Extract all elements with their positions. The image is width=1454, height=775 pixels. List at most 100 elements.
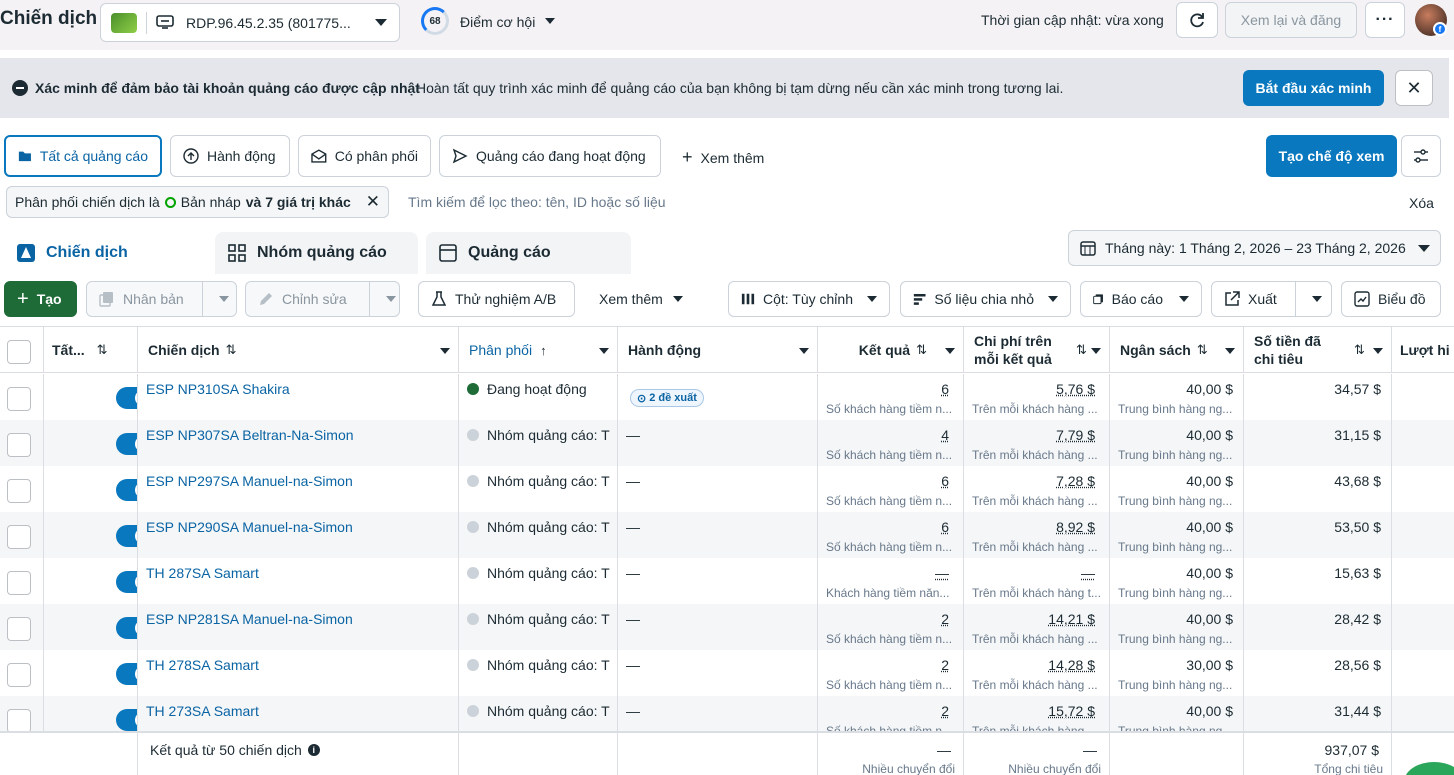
campaign-name-link[interactable]: ESP NP307SA Beltran-Na-Simon: [146, 427, 354, 443]
budget-value[interactable]: 40,00 $: [1186, 473, 1233, 489]
chevron-down-icon[interactable]: [219, 296, 229, 302]
row-checkbox[interactable]: [7, 525, 31, 549]
header-toggle[interactable]: Tất... ⇅: [44, 327, 138, 373]
review-and-publish-button[interactable]: Xem lại và đăng: [1225, 2, 1357, 38]
chevron-down-icon[interactable]: [599, 348, 609, 354]
table-row[interactable]: ESP NP297SA Manuel-na-Simon Nhóm quảng c…: [0, 466, 1454, 512]
reports-button[interactable]: Báo cáo: [1080, 281, 1202, 317]
campaign-toggle[interactable]: [116, 387, 138, 409]
header-campaign[interactable]: Chiến dịch ⇅: [138, 327, 459, 373]
header-budget[interactable]: Ngân sách ⇅: [1110, 327, 1244, 373]
header-cost-per-result[interactable]: Chi phí trên mỗi kết quả ⇅: [964, 327, 1110, 373]
tab-campaigns[interactable]: Chiến dịch: [4, 232, 207, 274]
campaign-name-link[interactable]: ESP NP290SA Manuel-na-Simon: [146, 519, 353, 535]
chevron-down-icon[interactable]: [1091, 348, 1101, 354]
campaign-toggle[interactable]: [116, 617, 138, 639]
table-row[interactable]: TH 287SA Samart Nhóm quảng cáo: T — — Khá…: [0, 558, 1454, 604]
row-checkbox[interactable]: [7, 571, 31, 595]
header-amount-spent[interactable]: Số tiền đã chi tiêu ⇅: [1244, 327, 1392, 373]
edit-button[interactable]: Chỉnh sửa: [245, 281, 400, 317]
table-row[interactable]: TH 278SA Samart Nhóm quảng cáo: T — 2 Số …: [0, 650, 1454, 696]
filter-tab-all-ads[interactable]: Tất cả quảng cáo: [4, 135, 162, 177]
summary-results-subtext: Nhiều chuyển đổi: [862, 762, 955, 775]
chevron-down-icon[interactable]: [799, 348, 809, 354]
budget-value[interactable]: 40,00 $: [1186, 427, 1233, 443]
opportunity-score-ring[interactable]: 68: [421, 7, 449, 35]
campaign-name-link[interactable]: TH 287SA Samart: [146, 565, 259, 581]
budget-value[interactable]: 40,00 $: [1186, 381, 1233, 397]
chevron-down-icon[interactable]: [545, 18, 555, 24]
row-checkbox[interactable]: [7, 663, 31, 687]
search-input[interactable]: [408, 188, 1308, 216]
duplicate-button[interactable]: Nhân bản: [86, 281, 237, 317]
budget-value[interactable]: 40,00 $: [1186, 611, 1233, 627]
opportunity-score-label[interactable]: Điểm cơ hội: [460, 14, 535, 30]
campaign-toggle[interactable]: [116, 663, 138, 685]
tab-ad-sets[interactable]: Nhóm quảng cáo: [215, 232, 418, 274]
info-icon[interactable]: i: [308, 744, 320, 756]
row-select-cell: [0, 420, 44, 466]
header-reach[interactable]: Lượt hi: [1392, 327, 1454, 373]
export-button[interactable]: Xuất: [1211, 281, 1332, 317]
ab-test-button[interactable]: Thử nghiệm A/B: [418, 281, 575, 317]
budget-value[interactable]: 40,00 $: [1186, 703, 1233, 719]
chevron-down-icon[interactable]: [1225, 348, 1235, 354]
row-checkbox[interactable]: [7, 387, 31, 411]
clear-filters-button[interactable]: Xóa: [1409, 195, 1434, 211]
filter-chip[interactable]: Phân phối chiến dịch là Bản nháp và 7 gi…: [6, 186, 389, 218]
campaign-name-link[interactable]: TH 278SA Samart: [146, 657, 259, 673]
more-options-button[interactable]: ···: [1365, 2, 1405, 38]
start-verification-button[interactable]: Bắt đầu xác minh: [1243, 70, 1384, 106]
columns-button[interactable]: Cột: Tùy chỉnh: [728, 281, 890, 317]
tab-ads[interactable]: Quảng cáo: [426, 232, 631, 274]
amount-spent-value: 28,42 $: [1334, 611, 1381, 627]
table-row[interactable]: ESP NP310SA Shakira Đang hoạt động ⊙ 2 đề…: [0, 374, 1454, 420]
chevron-down-icon[interactable]: [1312, 296, 1322, 302]
campaign-toggle[interactable]: [116, 709, 138, 731]
account-selector[interactable]: RDP.96.45.2.35 (801775...: [100, 3, 400, 42]
table-row[interactable]: ESP NP307SA Beltran-Na-Simon Nhóm quảng …: [0, 420, 1454, 466]
header-label: Kết quả: [859, 342, 910, 358]
create-button[interactable]: + Tạo: [4, 281, 77, 317]
filter-tab-actions[interactable]: Hành động: [170, 135, 290, 177]
chevron-down-icon[interactable]: [1373, 348, 1383, 354]
header-results[interactable]: Kết quả ⇅: [818, 327, 964, 373]
row-checkbox[interactable]: [7, 433, 31, 457]
filter-settings-button[interactable]: [1401, 135, 1441, 177]
table-row[interactable]: ESP NP290SA Manuel-na-Simon Nhóm quảng c…: [0, 512, 1454, 558]
budget-value[interactable]: 40,00 $: [1186, 565, 1233, 581]
filter-tab-active-ads[interactable]: Quảng cáo đang hoạt động: [439, 135, 661, 177]
close-icon[interactable]: ✕: [366, 192, 380, 212]
campaign-name-link[interactable]: TH 273SA Samart: [146, 703, 259, 719]
campaign-name-link[interactable]: ESP NP297SA Manuel-na-Simon: [146, 473, 353, 489]
row-checkbox[interactable]: [7, 709, 31, 733]
create-view-button[interactable]: Tạo chế độ xem: [1266, 135, 1397, 177]
amount-spent-cell: 15,63 $: [1244, 558, 1392, 604]
campaign-toggle[interactable]: [116, 571, 138, 593]
filter-tab-delivering[interactable]: Có phân phối: [298, 135, 431, 177]
header-actions[interactable]: Hành động: [618, 327, 818, 373]
table-row[interactable]: ESP NP281SA Manuel-na-Simon Nhóm quảng c…: [0, 604, 1454, 650]
more-actions-button[interactable]: Xem thêm: [599, 291, 683, 307]
row-checkbox[interactable]: [7, 617, 31, 641]
chevron-down-icon[interactable]: [386, 296, 396, 302]
campaign-toggle[interactable]: [116, 525, 138, 547]
date-range-picker[interactable]: Tháng này: 1 Tháng 2, 2026 – 23 Tháng 2,…: [1068, 230, 1441, 266]
breakdown-button[interactable]: Số liệu chia nhỏ: [900, 281, 1071, 317]
chevron-down-icon[interactable]: [440, 348, 450, 354]
campaign-toggle[interactable]: [116, 479, 138, 501]
row-checkbox[interactable]: [7, 479, 31, 503]
header-delivery[interactable]: Phân phối ↑: [459, 327, 618, 373]
campaign-toggle[interactable]: [116, 433, 138, 455]
budget-value[interactable]: 30,00 $: [1186, 657, 1233, 673]
suggestions-badge[interactable]: ⊙ 2 đề xuất: [630, 389, 704, 407]
refresh-button[interactable]: [1176, 2, 1218, 38]
close-banner-button[interactable]: ✕: [1395, 70, 1433, 106]
chevron-down-icon[interactable]: [945, 348, 955, 354]
budget-value[interactable]: 40,00 $: [1186, 519, 1233, 535]
campaign-name-link[interactable]: ESP NP281SA Manuel-na-Simon: [146, 611, 353, 627]
select-all-checkbox[interactable]: [7, 340, 31, 364]
charts-button[interactable]: Biểu đồ: [1341, 281, 1441, 317]
campaign-name-link[interactable]: ESP NP310SA Shakira: [146, 381, 290, 397]
more-filters-button[interactable]: + Xem thêm: [682, 147, 764, 168]
